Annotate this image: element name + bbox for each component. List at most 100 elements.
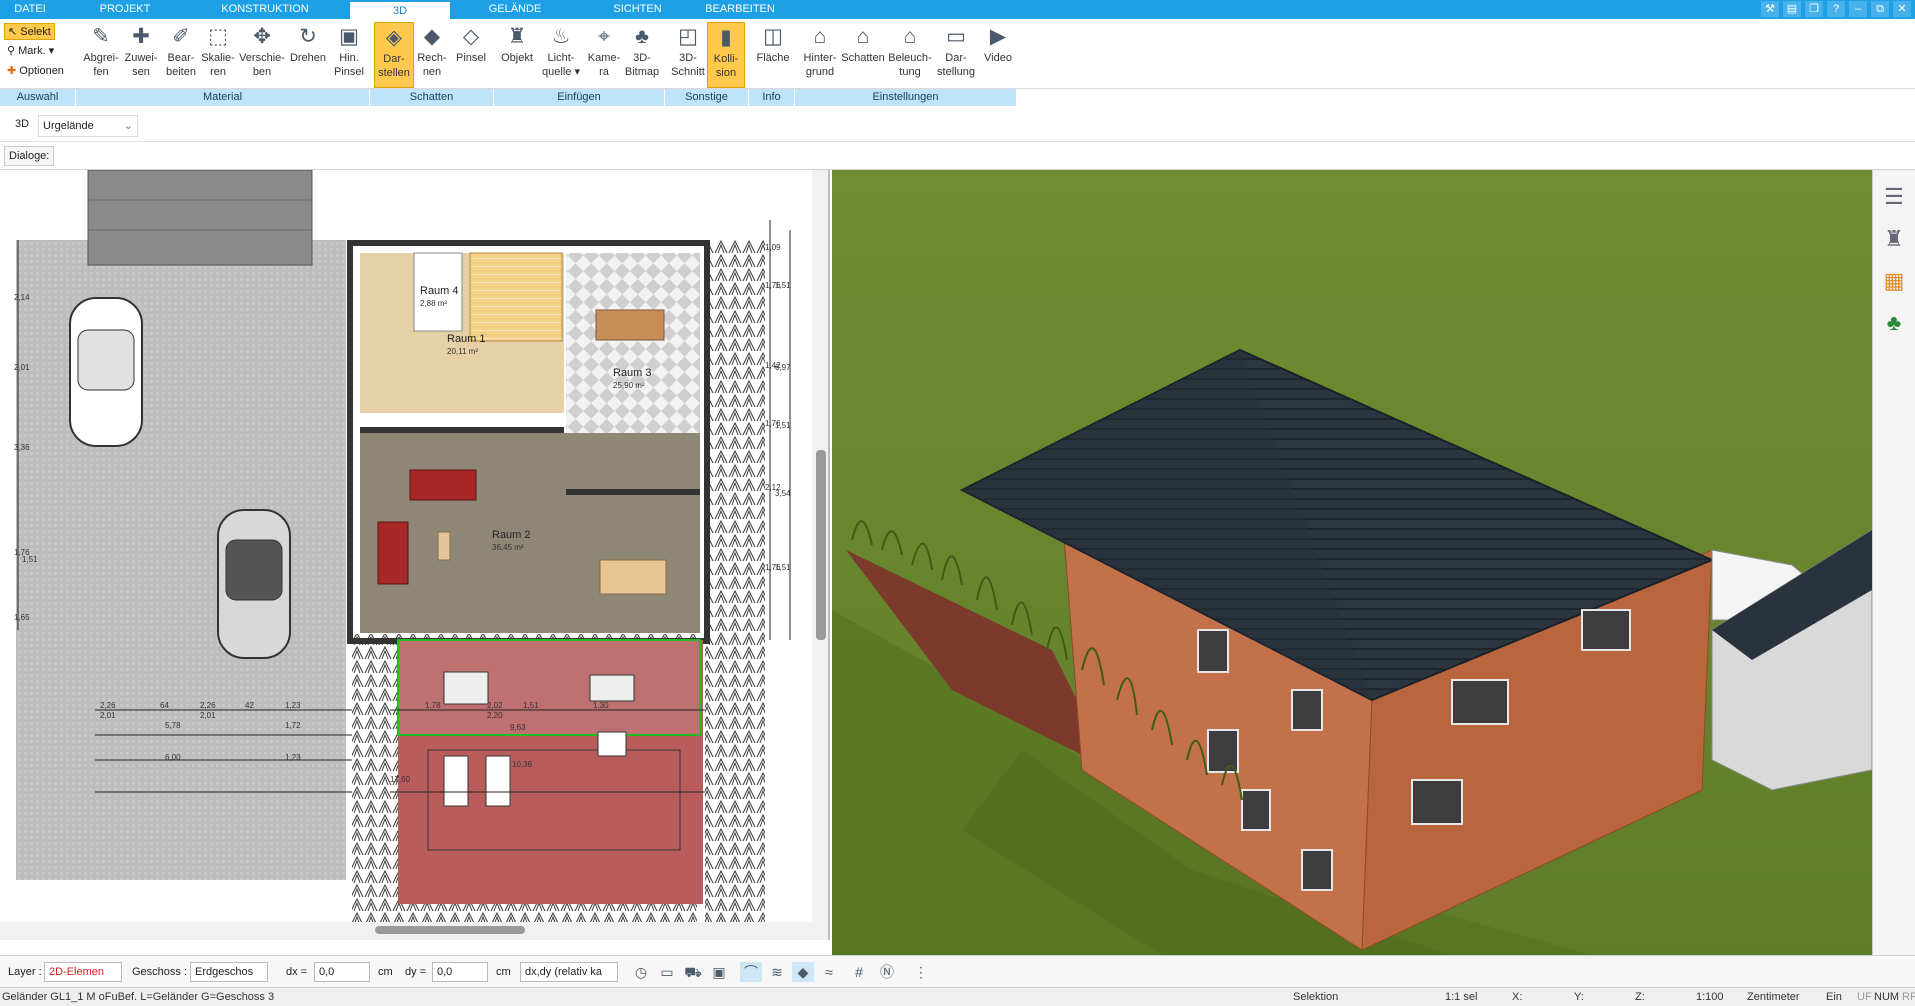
lichtquelle-button[interactable]: ♨ Licht- quelle ▾ <box>538 22 584 88</box>
close-icon[interactable]: ✕ <box>1893 1 1911 17</box>
status-rf: RF <box>1902 991 1915 1003</box>
dimension-label: 64 <box>160 701 169 710</box>
bearbeiten-icon: ✐ <box>172 25 190 48</box>
darstellung-button[interactable]: ▭ Dar- stellung <box>932 22 980 88</box>
beleuchtung-icon: ⌂ <box>903 25 917 48</box>
north-icon[interactable]: Ⓝ <box>876 962 898 982</box>
mark-button[interactable]: ⚲ Mark. ▾ <box>4 43 57 60</box>
beleuchtung-button[interactable]: ⌂ Beleuch- tung <box>884 22 936 88</box>
scrollbar-thumb[interactable] <box>816 450 826 640</box>
darstellung-icon: ▭ <box>946 25 966 48</box>
tools-icon[interactable]: ⚒ <box>1761 1 1779 17</box>
3d-schnitt-label: 3D- Schnitt <box>671 52 705 78</box>
tab-gelaende[interactable]: GELÄNDE <box>470 0 560 19</box>
tab-bearbeiten[interactable]: BEARBEITEN <box>700 0 780 19</box>
windows-icon[interactable]: ❐ <box>1805 1 1823 17</box>
selected-railing[interactable] <box>397 639 701 736</box>
dimension-label: 1,72 <box>285 721 301 730</box>
help-icon[interactable]: ? <box>1827 1 1845 17</box>
3d-bitmap-button[interactable]: ♣ 3D- Bitmap <box>622 22 662 88</box>
kamera-button[interactable]: ⌖ Kame- ra <box>584 22 624 88</box>
tab-konstruktion[interactable]: KONSTRUKTION <box>210 0 320 19</box>
more-icon[interactable]: ⋮ <box>910 962 932 982</box>
darstellen-button[interactable]: ◈ Dar- stellen <box>374 22 414 88</box>
dx-input-value: 0,0 <box>319 966 335 978</box>
drehen-button[interactable]: ↻ Drehen <box>288 22 328 88</box>
dimension-label: 1,23 <box>285 753 301 762</box>
status-bar: Geländer GL1_1 M oFuBef. L=Geländer G=Ge… <box>0 987 1915 1006</box>
plus-icon: ✚ <box>7 65 17 77</box>
status-num: NUM <box>1874 991 1900 1003</box>
dialoge-label[interactable]: Dialoge: <box>4 146 55 166</box>
tab-3d[interactable]: 3D <box>350 0 450 19</box>
status-z: Z: <box>1635 991 1645 1003</box>
geschoss-select[interactable]: Erdgeschos <box>190 962 268 982</box>
car-icon[interactable]: ⛟ <box>682 962 704 982</box>
plane-icon[interactable]: ◆ <box>792 962 814 982</box>
dy-input[interactable]: 0,0 <box>432 962 488 982</box>
dimension-label: 1,23 <box>285 701 301 710</box>
beleuchtung-label: Beleuch- tung <box>888 52 932 78</box>
restore-icon[interactable]: ⧉ <box>1871 1 1889 17</box>
3d-view[interactable] <box>832 170 1872 955</box>
video-button[interactable]: ▶ Video <box>978 22 1018 88</box>
hintergrund-icon: ⌂ <box>813 25 827 48</box>
tree-icon[interactable]: ♣ <box>1879 308 1909 338</box>
objekt-icon: ♜ <box>507 25 527 48</box>
hintergrund-button[interactable]: ⌂ Hinter- grund <box>797 22 843 88</box>
tab-projekt[interactable]: PROJEKT <box>90 0 160 19</box>
scrollbar-thumb-h[interactable] <box>375 926 525 934</box>
skalieren-button[interactable]: ⬚ Skalie- ren <box>195 22 241 88</box>
pinsel-button[interactable]: ◇ Pinsel <box>450 22 492 88</box>
status-uf: UF <box>1857 991 1872 1003</box>
clock-icon[interactable]: ◷ <box>630 962 652 982</box>
dimension-label: 17,60 <box>390 775 411 784</box>
bearbeiten-label: Bear- beiten <box>166 52 196 78</box>
mode-label: 3D <box>15 118 30 130</box>
material-icon[interactable]: ▦ <box>1879 266 1909 296</box>
terrain-icon[interactable]: ≈ <box>818 962 840 982</box>
ribbon: ↖ Selekt ⚲ Mark. ▾ ✚ Optionen ✎ Abgrei- f… <box>0 19 1915 106</box>
zuweisen-label: Zuwei- sen <box>124 52 158 78</box>
tab-datei[interactable]: DATEI <box>0 0 60 19</box>
box-icon[interactable]: ▣ <box>708 962 730 982</box>
3d-schnitt-button[interactable]: ◰ 3D- Schnitt <box>669 22 707 88</box>
status-y: Y: <box>1574 991 1584 1003</box>
floor-plan-view[interactable]: Raum 4 2,88 m² Raum 1 20,11 m² Raum 3 25… <box>0 170 830 940</box>
dx-input[interactable]: 0,0 <box>314 962 370 982</box>
bottom-toolbar: Layer : 2D-Elemen Geschoss : Erdgeschos … <box>0 955 1915 987</box>
chair-icon[interactable]: ♜ <box>1879 224 1909 254</box>
layers-icon[interactable]: ☰ <box>1879 182 1909 212</box>
flaeche-button[interactable]: ◫ Fläche <box>752 22 794 88</box>
minimize-icon[interactable]: – <box>1849 1 1867 17</box>
select-label: Selekt <box>20 26 51 38</box>
schatten-button[interactable]: ⌂ Schatten <box>840 22 886 88</box>
grid-icon[interactable]: # <box>848 962 870 982</box>
dimension-label: 1,09 <box>765 243 781 252</box>
hin-pinsel-button[interactable]: ▣ Hin. Pinsel <box>328 22 370 88</box>
status-scale: 1:100 <box>1696 991 1724 1003</box>
right-sidebar: ☰ ♜ ▦ ♣ <box>1872 170 1915 955</box>
folder-icon[interactable]: ▤ <box>1783 1 1801 17</box>
options-button[interactable]: ✚ Optionen <box>4 63 67 80</box>
coordinate-mode-value: dx,dy (relativ ka <box>525 966 603 978</box>
lichtquelle-label: Licht- quelle ▾ <box>542 52 580 78</box>
flaeche-icon: ◫ <box>763 25 783 48</box>
verschieben-button[interactable]: ✥ Verschie- ben <box>236 22 288 88</box>
terrain-select[interactable]: Urgelände ⌄ <box>38 115 138 137</box>
select-button[interactable]: ↖ Selekt <box>4 23 55 40</box>
3d-scene <box>832 170 1872 955</box>
objekt-button[interactable]: ♜ Objekt <box>496 22 538 88</box>
rechnen-button[interactable]: ◆ Rech- nen <box>412 22 452 88</box>
tab-sichten[interactable]: SICHTEN <box>600 0 675 19</box>
kollision-button[interactable]: ▮ Kolli- sion <box>707 22 745 88</box>
monitor-icon[interactable]: ▭ <box>656 962 678 982</box>
layer-select[interactable]: 2D-Elemen <box>44 962 122 982</box>
roof-icon[interactable]: ⌒ <box>740 962 762 982</box>
coordinate-mode-select[interactable]: dx,dy (relativ ka <box>520 962 618 982</box>
hatch-icon[interactable]: ≋ <box>766 962 788 982</box>
room-3-area: 25,90 m² <box>613 381 645 390</box>
app-window: DATEI PROJEKT KONSTRUKTION 3D GELÄNDE SI… <box>0 0 1915 1006</box>
room-2-area: 36,45 m² <box>492 543 524 552</box>
layer-label: Layer : <box>8 966 42 978</box>
